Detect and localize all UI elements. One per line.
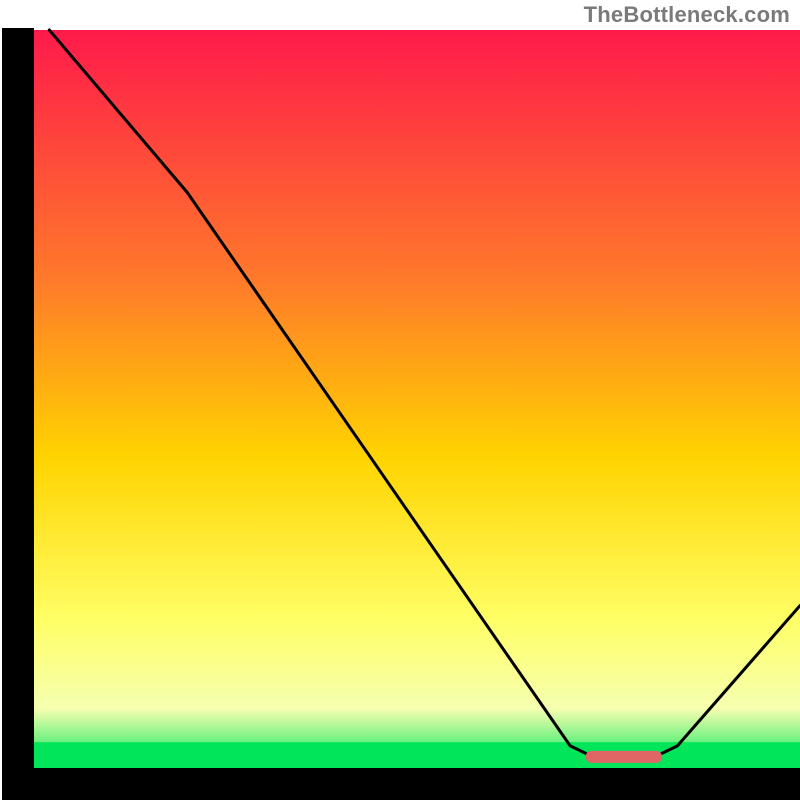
optimum-marker: [586, 751, 663, 763]
y-axis-bar: [2, 28, 34, 800]
watermark-text: TheBottleneck.com: [584, 2, 790, 28]
chart-container: TheBottleneck.com: [0, 0, 800, 800]
plot-gradient: [34, 30, 800, 768]
x-axis-bar: [2, 768, 800, 800]
green-band: [34, 742, 800, 768]
bottleneck-chart: [0, 0, 800, 800]
